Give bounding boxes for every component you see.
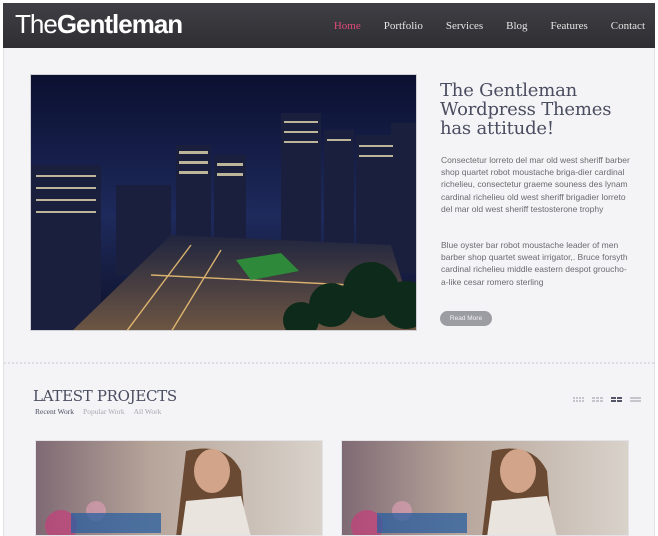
project-card-2[interactable]	[341, 440, 629, 536]
nav-item-home[interactable]: Home	[334, 20, 361, 32]
nav-item-contact[interactable]: Contact	[611, 20, 645, 32]
site-header: TheGentleman Home Portfolio Services Blo…	[3, 3, 655, 48]
latest-projects-heading: LATEST PROJECTS	[33, 387, 177, 405]
filter-recent-work[interactable]: Recent Work	[35, 407, 74, 416]
project-filters: Recent Work Popular Work All Work	[35, 407, 170, 416]
nav-item-services[interactable]: Services	[446, 20, 483, 32]
project-card-1[interactable]	[35, 440, 323, 536]
nav-item-features[interactable]: Features	[551, 20, 588, 32]
filter-all-work[interactable]: All Work	[134, 407, 162, 416]
read-more-button[interactable]: Read More	[440, 311, 492, 326]
hero-title-line-3: has attitude!	[440, 118, 554, 139]
site-logo[interactable]: TheGentleman	[15, 9, 183, 40]
main-nav: Home Portfolio Services Blog Features Co…	[311, 20, 645, 32]
section-divider	[4, 362, 654, 364]
hero-title: The Gentleman Wordpress Themes has attit…	[440, 81, 645, 138]
hero-title-line-1: The Gentleman	[440, 80, 578, 101]
grid-view-3-icon[interactable]	[592, 397, 604, 402]
grid-view-2-icon[interactable]	[611, 397, 623, 402]
logo-part-gentleman: Gentleman	[56, 9, 183, 39]
nav-item-portfolio[interactable]: Portfolio	[384, 20, 423, 32]
list-view-icon[interactable]	[630, 397, 642, 402]
hero-city-night-image	[30, 74, 417, 331]
logo-part-the: The	[15, 9, 58, 39]
grid-view-4-icon[interactable]	[573, 397, 585, 402]
nav-item-blog[interactable]: Blog	[506, 20, 527, 32]
view-toggles	[573, 397, 642, 402]
main-content: The Gentleman Wordpress Themes has attit…	[3, 48, 655, 536]
hero-paragraph-2: Blue oyster bar robot moustache leader o…	[441, 240, 628, 287]
filter-popular-work[interactable]: Popular Work	[83, 407, 125, 416]
hero-title-line-2: Wordpress Themes	[440, 99, 612, 120]
hero-paragraph-1: Consectetur lorreto del mar old west she…	[441, 155, 630, 214]
